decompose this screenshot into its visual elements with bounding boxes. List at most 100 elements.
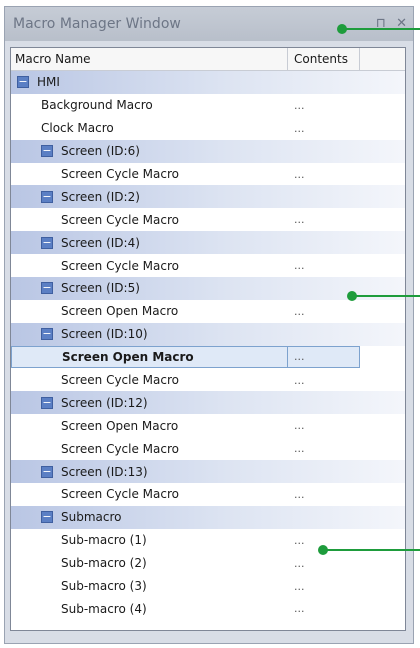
macro-name-cell: − Screen (ID:5): [11, 281, 288, 295]
contents-ellipsis-button[interactable]: ...: [288, 488, 360, 501]
macro-name-label: Screen Open Macro: [61, 304, 179, 319]
macro-name-cell: − Screen (ID:6): [11, 144, 288, 158]
macro-name-cell: Sub-macro (2): [11, 556, 288, 570]
macro-name-label: Screen Cycle Macro: [61, 167, 179, 181]
tree-group-row[interactable]: − Submacro: [11, 505, 405, 529]
tree-group-row[interactable]: − Screen (ID:10): [11, 322, 405, 346]
macro-name-cell: Background Macro: [11, 98, 288, 112]
tree-group-row[interactable]: − Screen (ID:6): [11, 139, 405, 163]
table-header: Macro Name Contents: [11, 48, 405, 71]
tree-row[interactable]: Screen Open Macro...: [11, 414, 405, 437]
macro-name-label: Sub-macro (3): [61, 579, 147, 594]
macro-name-label: Sub-macro (2): [61, 556, 147, 571]
macro-name-cell: Screen Cycle Macro: [11, 213, 288, 227]
contents-ellipsis-button[interactable]: ...: [288, 557, 360, 570]
contents-ellipsis-button[interactable]: ...: [288, 305, 360, 318]
contents-ellipsis-button[interactable]: ...: [288, 602, 360, 615]
collapse-icon[interactable]: −: [17, 76, 29, 89]
contents-ellipsis-button[interactable]: ...: [288, 419, 360, 432]
macro-name-cell: − Screen (ID:2): [11, 190, 288, 204]
tree-group-row[interactable]: − HMI: [11, 71, 405, 94]
macro-name-cell: − HMI: [11, 75, 288, 89]
macro-name-cell: Screen Cycle Macro: [11, 442, 288, 456]
macro-name-label: Screen (ID:6): [61, 144, 140, 159]
macro-name-cell: Screen Cycle Macro: [11, 259, 288, 273]
tree-row[interactable]: Sub-macro (4)...: [11, 597, 405, 620]
tree-row[interactable]: Screen Cycle Macro...: [11, 163, 405, 186]
callout-marker-title: [337, 24, 420, 34]
tree-group-row[interactable]: − Screen (ID:13): [11, 460, 405, 484]
collapse-icon[interactable]: −: [41, 396, 53, 409]
collapse-icon[interactable]: −: [41, 190, 53, 203]
collapse-icon[interactable]: −: [41, 145, 53, 158]
macro-name-cell: − Screen (ID:10): [11, 327, 288, 341]
tree-row[interactable]: Sub-macro (2)...: [11, 552, 405, 575]
collapse-icon[interactable]: −: [41, 465, 53, 478]
column-header-macro-name[interactable]: Macro Name: [11, 48, 288, 70]
macro-name-label: Screen (ID:5): [61, 281, 140, 296]
tree-row[interactable]: Screen Cycle Macro...: [11, 369, 405, 392]
macro-name-cell: Clock Macro: [11, 121, 288, 135]
tree-row[interactable]: Screen Cycle Macro...: [11, 254, 405, 277]
contents-ellipsis-button[interactable]: ...: [288, 122, 360, 135]
macro-name-label: Screen (ID:12): [61, 395, 148, 410]
macro-name-cell: Screen Open Macro: [11, 304, 288, 318]
macro-name-cell: Sub-macro (1): [11, 533, 288, 547]
tree-row[interactable]: Background Macro...: [11, 94, 405, 117]
collapse-icon[interactable]: −: [41, 236, 53, 249]
macro-name-label: Screen Cycle Macro: [61, 212, 179, 227]
macro-name-label: Sub-macro (4): [61, 601, 147, 616]
tree-row[interactable]: Screen Cycle Macro...: [11, 437, 405, 460]
macro-tree-panel: Macro Name Contents − HMI Background Macro…: [10, 47, 406, 631]
macro-name-cell: Screen Open Macro: [11, 346, 288, 369]
callout-marker-contents: [318, 545, 420, 555]
titlebar-controls: ⊓ ✕: [370, 7, 407, 41]
macro-name-label: HMI: [37, 75, 60, 90]
callout-dot: [337, 24, 347, 34]
contents-ellipsis-button[interactable]: ...: [288, 213, 360, 226]
macro-name-label: Submacro: [61, 510, 122, 525]
collapse-icon[interactable]: −: [41, 282, 53, 295]
tree-row[interactable]: Screen Open Macro...: [11, 300, 405, 323]
tree-row[interactable]: Screen Cycle Macro...: [11, 208, 405, 231]
macro-name-cell: Screen Open Macro: [11, 419, 288, 433]
tree-row[interactable]: Clock Macro...: [11, 117, 405, 140]
tree-group-row[interactable]: − Screen (ID:5): [11, 277, 405, 300]
contents-ellipsis-button[interactable]: ...: [288, 259, 360, 272]
macro-name-label: Screen (ID:2): [61, 189, 140, 204]
contents-ellipsis-button[interactable]: ...: [288, 442, 360, 455]
contents-ellipsis-button[interactable]: ...: [288, 99, 360, 112]
callout-marker-group: [347, 291, 420, 301]
macro-tree: − HMI Background Macro... Clock Macro... − Sc…: [11, 71, 405, 620]
contents-ellipsis-button[interactable]: ...: [288, 580, 360, 593]
macro-name-cell: − Screen (ID:13): [11, 465, 288, 479]
macro-name-label: Screen Cycle Macro: [61, 487, 179, 502]
macro-name-label: Sub-macro (1): [61, 533, 147, 548]
tree-row[interactable]: Screen Cycle Macro...: [11, 483, 405, 506]
contents-ellipsis-button[interactable]: ...: [288, 374, 360, 387]
contents-ellipsis-button[interactable]: ...: [288, 346, 360, 369]
macro-name-cell: Screen Cycle Macro: [11, 487, 288, 501]
macro-name-label: Screen Cycle Macro: [61, 373, 179, 388]
macro-name-cell: Screen Cycle Macro: [11, 167, 288, 181]
macro-name-cell: Sub-macro (4): [11, 602, 288, 616]
contents-ellipsis-button[interactable]: ...: [288, 168, 360, 181]
tree-row[interactable]: Screen Open Macro...: [11, 346, 405, 369]
macro-name-cell: Screen Cycle Macro: [11, 373, 288, 387]
collapse-icon[interactable]: −: [41, 511, 53, 524]
macro-name-cell: − Screen (ID:12): [11, 396, 288, 410]
window-title: Macro Manager Window: [13, 16, 181, 32]
collapse-icon[interactable]: −: [41, 328, 53, 341]
macro-name-label: Screen (ID:4): [61, 235, 140, 250]
tree-group-row[interactable]: − Screen (ID:2): [11, 185, 405, 209]
tree-row[interactable]: Sub-macro (3)...: [11, 575, 405, 598]
window-titlebar[interactable]: Macro Manager Window ⊓ ✕: [5, 7, 413, 41]
macro-name-label: Screen Cycle Macro: [61, 258, 179, 273]
tree-group-row[interactable]: − Screen (ID:4): [11, 231, 405, 255]
callout-dot: [347, 291, 357, 301]
column-header-contents[interactable]: Contents: [288, 48, 360, 70]
callout-dot: [318, 545, 328, 555]
macro-name-label: Screen Open Macro: [62, 350, 194, 365]
tree-group-row[interactable]: − Screen (ID:12): [11, 391, 405, 415]
macro-name-label: Screen Open Macro: [61, 418, 179, 433]
